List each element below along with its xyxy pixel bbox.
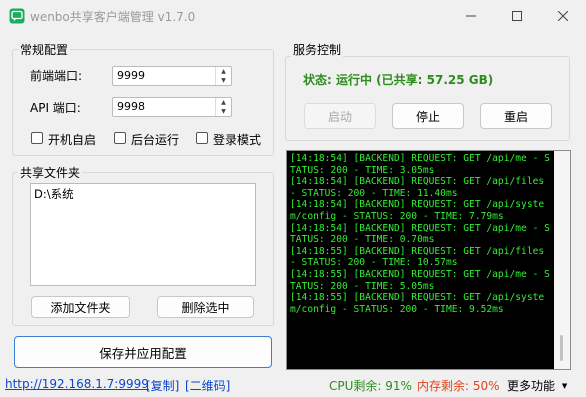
log-line: [14:18:54] [BACKEND] REQUEST: GET /api/f… — [290, 176, 550, 199]
scrollbar-thumb[interactable] — [560, 335, 563, 361]
service-legend: 服务控制 — [291, 41, 344, 58]
remove-selected-button[interactable]: 删除选中 — [157, 296, 254, 318]
stop-button[interactable]: 停止 — [392, 103, 464, 129]
qrcode-link[interactable]: [二维码] — [185, 377, 230, 394]
list-item[interactable]: D:\系统 — [34, 186, 74, 202]
api-port-label: API 端口: — [30, 101, 81, 115]
minimize-button[interactable] — [448, 0, 494, 32]
log-line: [14:18:54] [BACKEND] REQUEST: GET /api/m… — [290, 222, 550, 246]
frontend-port-label: 前端端口: — [30, 69, 83, 83]
log-line: [14:18:55] [BACKEND] REQUEST: GET /api/s… — [290, 292, 545, 315]
app-icon — [9, 8, 25, 24]
window-title: wenbo共享客户端管理 v1.7.0 — [30, 10, 196, 24]
api-port-value: 9998 — [117, 100, 145, 113]
autostart-label[interactable]: 开机自启 — [48, 131, 96, 148]
log-output: [14:18:54] [BACKEND] REQUEST: GET /api/m… — [287, 151, 554, 369]
server-url-link[interactable]: http://192.168.1.7:9999 — [5, 377, 149, 391]
chevron-up-icon[interactable]: ▲ — [216, 67, 231, 76]
log-line: [14:18:55] [BACKEND] REQUEST: GET /api/m… — [290, 268, 550, 292]
chevron-down-icon[interactable]: ▼ — [216, 107, 231, 116]
config-legend: 常规配置 — [18, 41, 71, 58]
log-scrollbar[interactable] — [554, 151, 570, 369]
background-label[interactable]: 后台运行 — [131, 131, 179, 148]
api-port-arrows[interactable]: ▲ ▼ — [215, 98, 231, 116]
frontend-port-value: 9999 — [117, 69, 145, 82]
memory-free: 内存剩余: 50% — [417, 379, 500, 393]
minimize-icon — [466, 15, 476, 17]
maximize-button[interactable] — [494, 0, 540, 32]
chevron-down-icon: ▼ — [561, 382, 568, 390]
shares-legend: 共享文件夹 — [18, 164, 83, 181]
more-functions-menu[interactable]: 更多功能 ▼ — [507, 377, 567, 394]
log-panel: [14:18:54] [BACKEND] REQUEST: GET /api/m… — [286, 150, 571, 370]
log-line: [14:18:54] [BACKEND] REQUEST: GET /api/m… — [290, 153, 550, 176]
login-mode-label[interactable]: 登录模式 — [213, 131, 261, 148]
login-mode-checkbox[interactable] — [196, 132, 208, 144]
frontend-port-arrows[interactable]: ▲ ▼ — [215, 67, 231, 85]
status-bar: http://192.168.1.7:9999 [复制] [二维码] CPU剩余… — [0, 374, 586, 397]
copy-link[interactable]: [复制] — [146, 377, 179, 394]
close-icon — [558, 11, 568, 21]
log-line: [14:18:55] [BACKEND] REQUEST: GET /api/f… — [290, 245, 550, 269]
close-button[interactable] — [540, 0, 586, 32]
autostart-checkbox[interactable] — [31, 132, 43, 144]
save-apply-button[interactable]: 保存并应用配置 — [14, 336, 272, 368]
chevron-down-icon[interactable]: ▼ — [216, 76, 231, 85]
background-checkbox[interactable] — [114, 132, 126, 144]
cpu-free: CPU剩余: 91% — [329, 379, 412, 393]
folder-list[interactable]: D:\系统 — [30, 183, 256, 286]
maximize-icon — [512, 11, 522, 21]
api-port-stepper[interactable]: 9998 ▲ ▼ — [112, 97, 232, 117]
start-button[interactable]: 启动 — [304, 103, 376, 129]
frontend-port-stepper[interactable]: 9999 ▲ ▼ — [112, 66, 232, 86]
chevron-up-icon[interactable]: ▲ — [216, 98, 231, 107]
more-functions-label[interactable]: 更多功能 — [507, 379, 555, 393]
log-line: [14:18:54] [BACKEND] REQUEST: GET /api/s… — [290, 199, 545, 222]
restart-button[interactable]: 重启 — [480, 103, 552, 129]
add-folder-button[interactable]: 添加文件夹 — [31, 296, 130, 318]
service-status: 状态: 运行中 (已共享: 57.25 GB) — [303, 73, 494, 87]
